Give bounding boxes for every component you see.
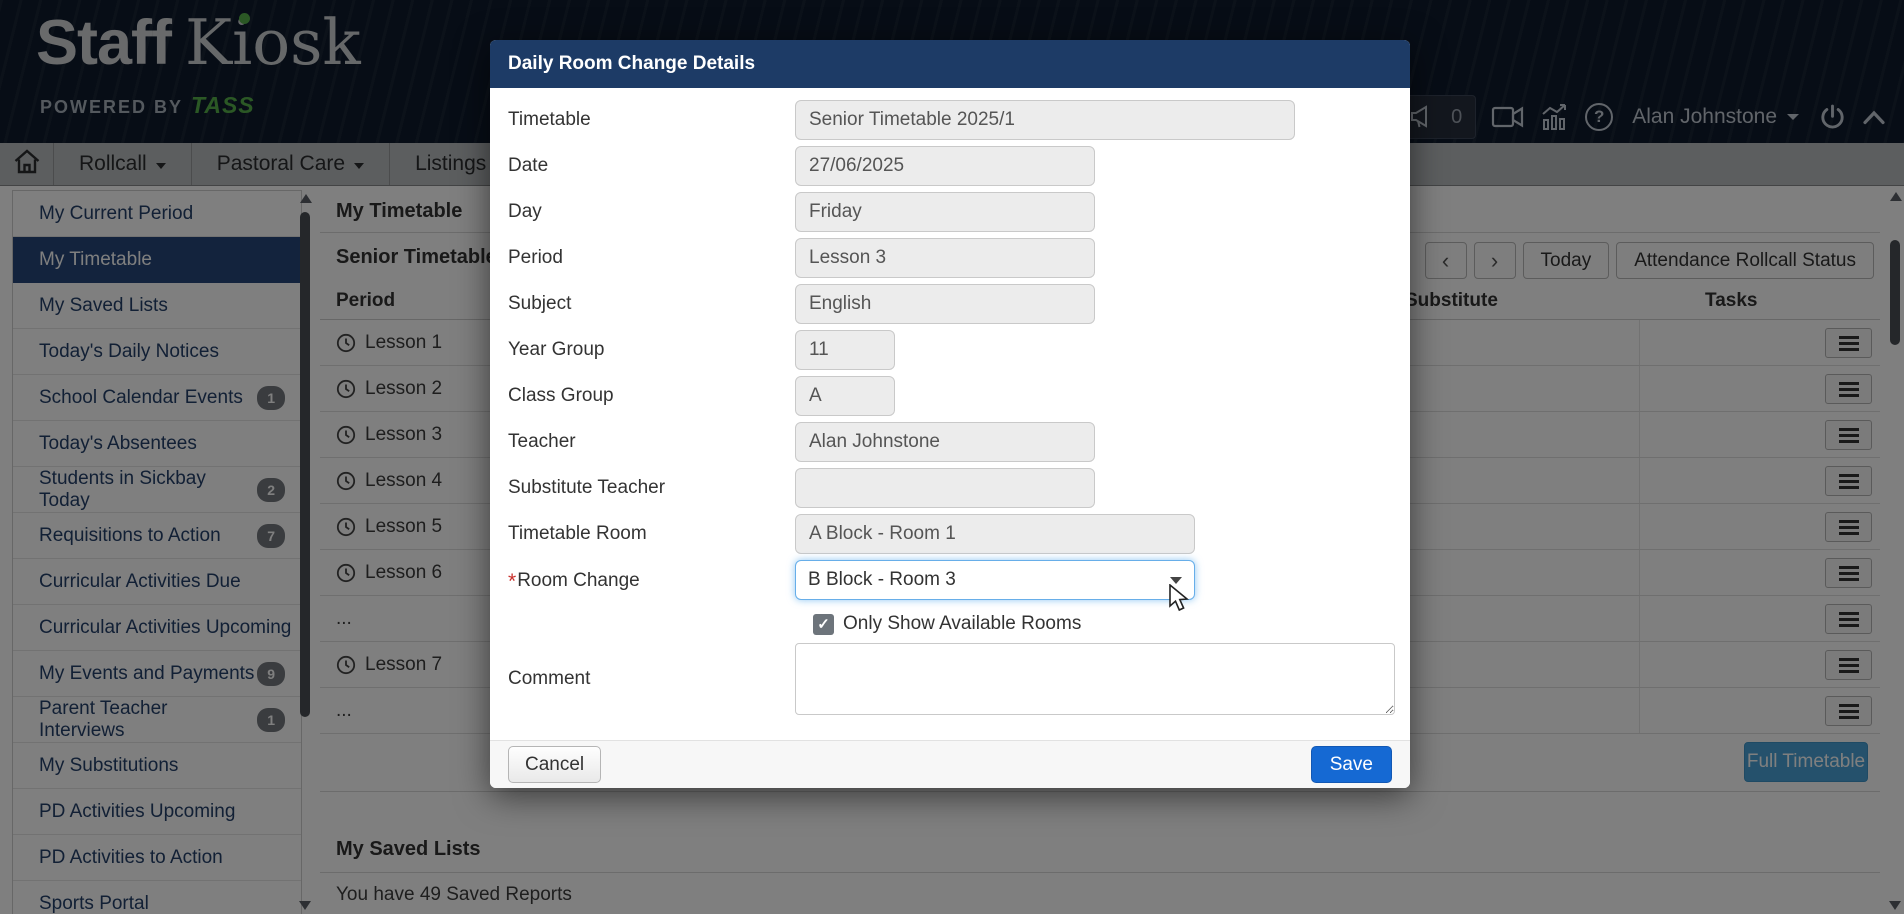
field-label: Substitute Teacher	[508, 477, 795, 499]
field-row-period: Period Lesson 3	[508, 238, 1410, 278]
timetable-field: Senior Timetable 2025/1	[795, 100, 1295, 140]
field-label: Comment	[508, 668, 795, 690]
field-row-timetable: Timetable Senior Timetable 2025/1	[508, 100, 1410, 140]
dialog-footer: Cancel Save	[490, 740, 1410, 788]
required-asterisk: *	[508, 570, 516, 593]
field-row-subject: Subject English	[508, 284, 1410, 324]
year-group-field: 11	[795, 330, 895, 370]
date-field: 27/06/2025	[795, 146, 1095, 186]
field-label: *Room Change	[508, 568, 795, 592]
subject-field: English	[795, 284, 1095, 324]
checkbox-label: Only Show Available Rooms	[843, 613, 1081, 635]
field-row-substitute-teacher: Substitute Teacher	[508, 468, 1410, 508]
field-row-room-change: *Room Change B Block - Room 3	[508, 560, 1410, 600]
comment-textarea[interactable]	[795, 643, 1395, 715]
save-button[interactable]: Save	[1311, 746, 1392, 783]
substitute-teacher-field	[795, 468, 1095, 508]
field-row-day: Day Friday	[508, 192, 1410, 232]
select-chevron-icon	[1170, 577, 1182, 584]
period-field: Lesson 3	[795, 238, 1095, 278]
room-change-select[interactable]: B Block - Room 3	[795, 560, 1195, 600]
room-change-value: B Block - Room 3	[808, 569, 956, 591]
field-label: Year Group	[508, 339, 795, 361]
field-label: Teacher	[508, 431, 795, 453]
field-row-timetable-room: Timetable Room A Block - Room 1	[508, 514, 1410, 554]
field-label: Day	[508, 201, 795, 223]
day-field: Friday	[795, 192, 1095, 232]
field-row-date: Date 27/06/2025	[508, 146, 1410, 186]
dialog-title-bar: Daily Room Change Details	[490, 40, 1410, 88]
timetable-room-field: A Block - Room 1	[795, 514, 1195, 554]
field-row-comment: Comment	[508, 643, 1410, 715]
field-label: Period	[508, 247, 795, 269]
teacher-field: Alan Johnstone	[795, 422, 1095, 462]
field-label: Subject	[508, 293, 795, 315]
daily-room-change-dialog: Daily Room Change Details Timetable Seni…	[490, 40, 1410, 788]
field-label: Date	[508, 155, 795, 177]
only-available-rooms-checkbox[interactable]: ✓	[813, 614, 834, 635]
field-label: Timetable	[508, 109, 795, 131]
dialog-title: Daily Room Change Details	[508, 53, 755, 75]
staff-kiosk-page: StaffKiosk POWERED BYTASS 0 ? Alan Johns…	[0, 0, 1904, 914]
field-label: Class Group	[508, 385, 795, 407]
cancel-button[interactable]: Cancel	[508, 746, 601, 783]
field-row-teacher: Teacher Alan Johnstone	[508, 422, 1410, 462]
field-row-class-group: Class Group A	[508, 376, 1410, 416]
field-row-year-group: Year Group 11	[508, 330, 1410, 370]
class-group-field: A	[795, 376, 895, 416]
only-available-rooms-row: ✓ Only Show Available Rooms	[813, 613, 1410, 635]
field-label: Timetable Room	[508, 523, 795, 545]
